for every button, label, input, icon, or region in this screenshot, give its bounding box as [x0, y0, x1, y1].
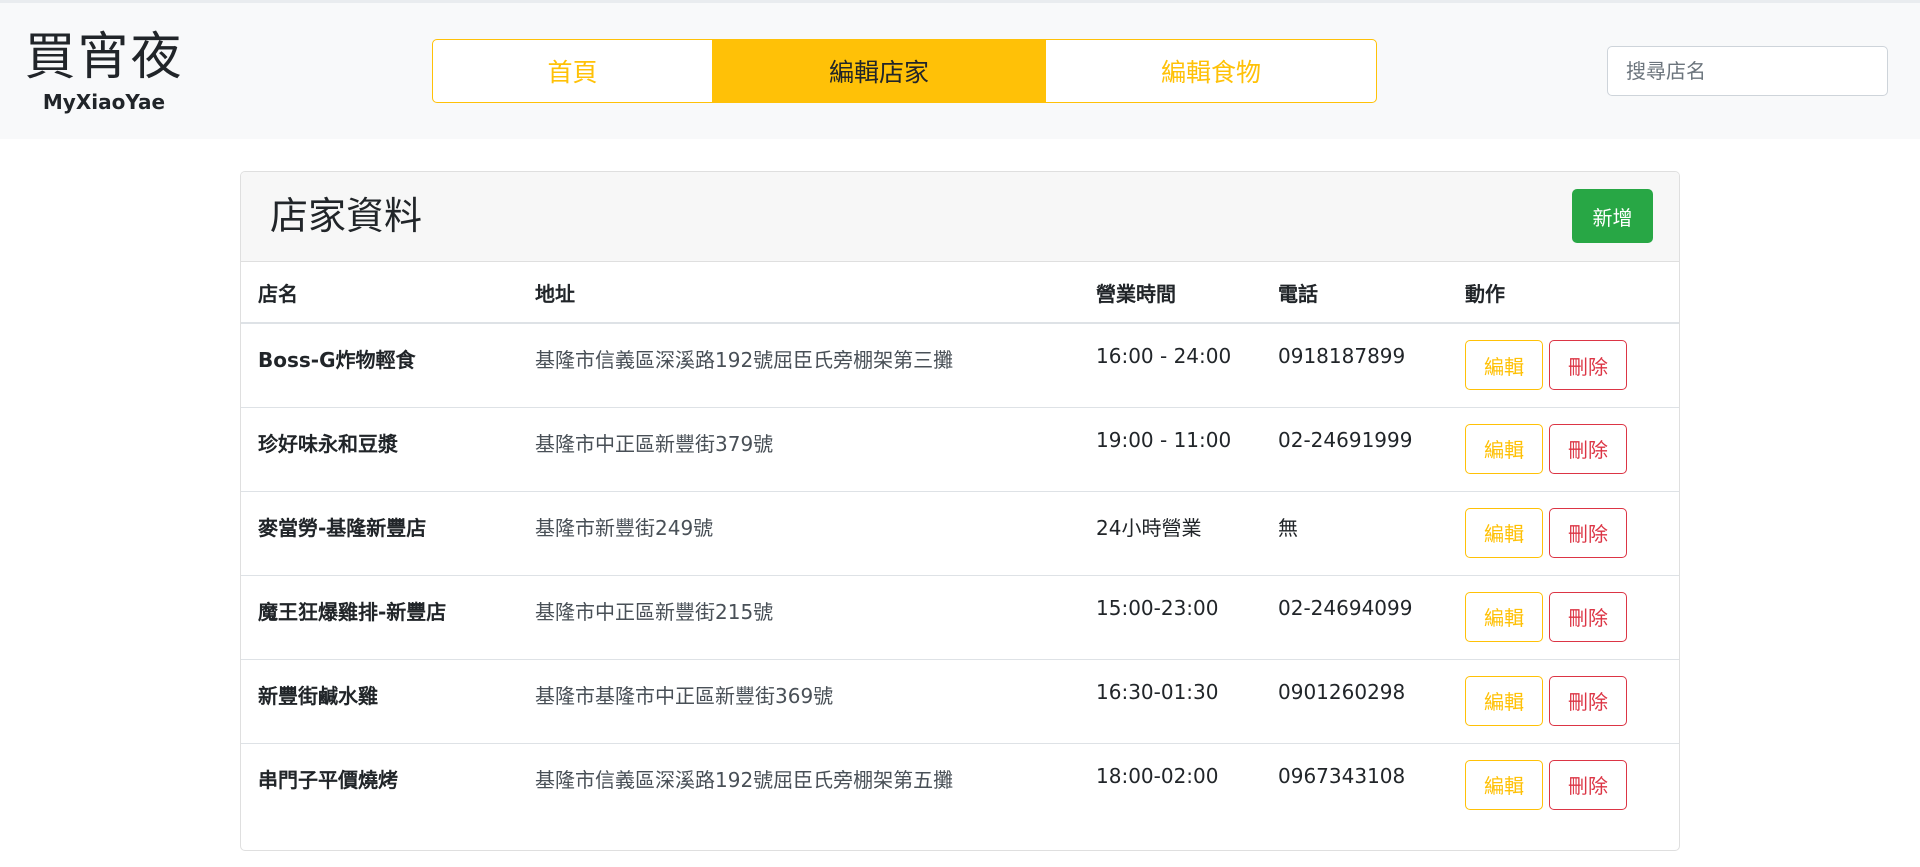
row-actions: 編輯 刪除	[1448, 490, 1679, 575]
tab-home[interactable]: 首頁	[433, 40, 712, 102]
store-phone: 0967343108	[1261, 742, 1448, 827]
nav-tabs: 首頁 編輯店家 編輯食物	[432, 39, 1377, 103]
tab-edit-food[interactable]: 編輯食物	[1045, 40, 1376, 102]
delete-button[interactable]: 刪除	[1549, 591, 1627, 642]
delete-button[interactable]: 刪除	[1549, 759, 1627, 810]
card-header: 店家資料 新增	[241, 172, 1679, 262]
store-name: 串門子平價燒烤	[241, 742, 518, 827]
store-name: 珍好味永和豆漿	[241, 406, 518, 491]
delete-button[interactable]: 刪除	[1549, 675, 1627, 726]
column-header-hours: 營業時間	[1079, 262, 1261, 324]
store-name: Boss-G炸物輕食	[258, 348, 416, 372]
tab-edit-stores[interactable]: 編輯店家	[712, 40, 1045, 102]
column-header-address: 地址	[518, 262, 1079, 324]
store-name: 麥當勞-基隆新豐店	[241, 490, 518, 575]
brand-logo[interactable]: 買宵夜 MyXiaoYae	[24, 29, 184, 115]
brand-subtitle: MyXiaoYae	[42, 90, 166, 114]
store-phone: 0901260298	[1261, 658, 1448, 743]
store-address: 基隆市中正區新豐街215號	[518, 574, 1079, 659]
delete-button[interactable]: 刪除	[1549, 423, 1627, 474]
store-address: 基隆市基隆市中正區新豐街369號	[518, 658, 1079, 743]
column-header-name: 店名	[241, 262, 518, 324]
table-row: 麥當勞-基隆新豐店 基隆市新豐街249號 24小時營業 無 編輯 刪除	[241, 490, 1679, 575]
table-row: 魔王狂爆雞排-新豐店 基隆市中正區新豐街215號 15:00-23:00 02-…	[241, 574, 1679, 659]
row-actions: 編輯 刪除	[1448, 323, 1679, 407]
store-phone: 無	[1261, 490, 1448, 575]
edit-button[interactable]: 編輯	[1465, 759, 1543, 810]
column-header-phone: 電話	[1261, 262, 1448, 324]
store-table: 店名 地址 營業時間 電話 動作 Boss-G炸物輕食 基隆市信義區深溪路192…	[241, 262, 1679, 827]
table-row: 串門子平價燒烤 基隆市信義區深溪路192號屈臣氏旁棚架第五攤 18:00-02:…	[241, 742, 1679, 827]
delete-button[interactable]: 刪除	[1549, 507, 1627, 558]
table-row: 珍好味永和豆漿 基隆市中正區新豐街379號 19:00 - 11:00 02-2…	[241, 406, 1679, 491]
store-address: 基隆市信義區深溪路192號屈臣氏旁棚架第三攤	[535, 348, 954, 372]
store-hours: 16:00 - 24:00	[1096, 344, 1232, 368]
store-phone: 0918187899	[1278, 344, 1406, 368]
store-hours: 15:00-23:00	[1079, 574, 1261, 659]
column-header-actions: 動作	[1448, 262, 1679, 324]
store-address: 基隆市信義區深溪路192號屈臣氏旁棚架第五攤	[518, 742, 1079, 827]
edit-button[interactable]: 編輯	[1465, 423, 1543, 474]
table-row: 新豐街鹹水雞 基隆市基隆市中正區新豐街369號 16:30-01:30 0901…	[241, 658, 1679, 743]
add-store-button[interactable]: 新增	[1572, 189, 1653, 243]
row-actions: 編輯 刪除	[1448, 658, 1679, 743]
edit-button[interactable]: 編輯	[1465, 675, 1543, 726]
page-title: 店家資料	[270, 194, 423, 238]
table-header-row: 店名 地址 營業時間 電話 動作	[241, 262, 1679, 324]
row-actions: 編輯 刪除	[1448, 574, 1679, 659]
edit-button[interactable]: 編輯	[1465, 340, 1543, 390]
row-actions: 編輯 刪除	[1448, 406, 1679, 491]
edit-button[interactable]: 編輯	[1465, 507, 1543, 558]
edit-button[interactable]: 編輯	[1465, 591, 1543, 642]
navbar: 買宵夜 MyXiaoYae 首頁 編輯店家 編輯食物	[0, 3, 1920, 139]
table-row: Boss-G炸物輕食 基隆市信義區深溪路192號屈臣氏旁棚架第三攤 16:00 …	[241, 323, 1679, 407]
store-address: 基隆市中正區新豐街379號	[518, 406, 1079, 491]
store-phone: 02-24691999	[1261, 406, 1448, 491]
brand-title: 買宵夜	[24, 28, 184, 87]
store-address: 基隆市新豐街249號	[518, 490, 1079, 575]
store-name: 新豐街鹹水雞	[241, 658, 518, 743]
delete-button[interactable]: 刪除	[1549, 340, 1627, 390]
store-hours: 24小時營業	[1079, 490, 1261, 575]
store-hours: 19:00 - 11:00	[1079, 406, 1261, 491]
store-hours: 16:30-01:30	[1079, 658, 1261, 743]
store-phone: 02-24694099	[1261, 574, 1448, 659]
row-actions: 編輯 刪除	[1448, 742, 1679, 827]
store-name: 魔王狂爆雞排-新豐店	[241, 574, 518, 659]
search-input[interactable]	[1607, 46, 1888, 96]
store-card: 店家資料 新增 店名 地址 營業時間 電話 動作 Boss-G炸物輕食 基隆市信…	[240, 171, 1680, 851]
store-hours: 18:00-02:00	[1079, 742, 1261, 827]
